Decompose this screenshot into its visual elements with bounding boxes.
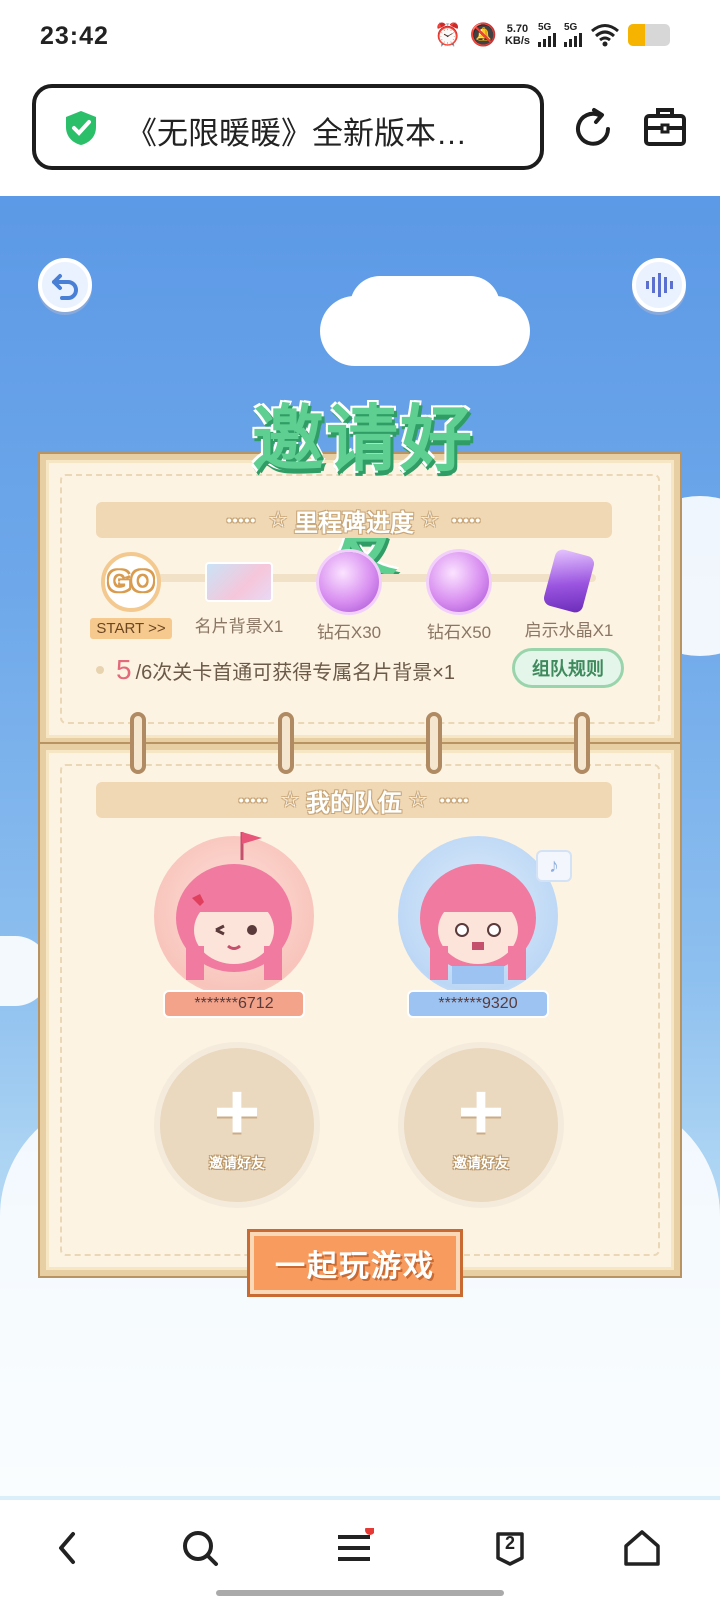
crystal-icon bbox=[542, 547, 596, 615]
net-speed-value: 5.70 bbox=[506, 23, 529, 35]
tab-count: 2 bbox=[504, 1533, 515, 1553]
sim2-label: 5G bbox=[564, 22, 578, 33]
team-header: ••••• ☆ 我的队伍 ☆ ••••• bbox=[96, 782, 612, 818]
member-name: *******9320 bbox=[407, 990, 549, 1018]
reload-icon[interactable] bbox=[568, 104, 618, 154]
team-panel bbox=[40, 744, 680, 1276]
search-icon bbox=[183, 1531, 218, 1566]
invite-friend-label: 邀请好友 bbox=[453, 1155, 509, 1171]
avatar bbox=[154, 832, 314, 996]
progress-description: /6次关卡首通可获得专属名片背景×1 bbox=[135, 662, 456, 684]
star-icon: ☆ bbox=[408, 787, 428, 812]
avatar-character bbox=[176, 864, 292, 980]
invite-friend-label: 邀请好友 bbox=[209, 1155, 265, 1171]
battery-icon bbox=[628, 24, 670, 46]
nav-search-button[interactable] bbox=[174, 1522, 226, 1574]
member-name: *******6712 bbox=[163, 990, 305, 1018]
status-icons: ⏰ 🔕 5.70 KB/s 5G 5G bbox=[434, 22, 670, 48]
menu-icon bbox=[338, 1528, 374, 1561]
flag-icon bbox=[240, 832, 262, 860]
start-label: START >> bbox=[90, 618, 172, 639]
home-indicator[interactable] bbox=[216, 1590, 504, 1596]
milestone-label: 启示水晶X1 bbox=[524, 621, 614, 640]
sound-button[interactable] bbox=[632, 258, 686, 312]
sim1-label: 5G bbox=[538, 22, 552, 33]
binder-ring bbox=[426, 712, 442, 774]
team-member[interactable]: *******6712 bbox=[144, 832, 324, 1018]
star-icon: ☆ bbox=[268, 507, 288, 532]
nav-tabs-button[interactable]: 2 bbox=[484, 1522, 536, 1574]
milestone-card-background[interactable]: 名片背景X1 bbox=[184, 552, 294, 637]
net-speed: 5.70 KB/s bbox=[505, 23, 530, 47]
return-arrow-icon bbox=[52, 274, 78, 300]
home-icon bbox=[624, 1530, 660, 1566]
signal-icon: 5G bbox=[564, 23, 582, 47]
signal-icon: 5G bbox=[538, 23, 556, 47]
cloud-decoration bbox=[350, 276, 500, 336]
binder-ring bbox=[130, 712, 146, 774]
milestone-start: GO START >> bbox=[76, 552, 186, 639]
status-time: 23:42 bbox=[40, 22, 109, 50]
nav-menu-button[interactable] bbox=[328, 1522, 380, 1574]
status-bar: 23:42 ⏰ 🔕 5.70 KB/s 5G 5G bbox=[0, 0, 720, 76]
page-title[interactable]: 《无限暖暖》全新版本… bbox=[126, 108, 467, 153]
diamond-icon bbox=[429, 552, 489, 612]
milestone-label: 名片背景X1 bbox=[194, 617, 284, 636]
star-icon: ☆ bbox=[420, 507, 440, 532]
avatar-character bbox=[420, 864, 536, 984]
alarm-icon: ⏰ bbox=[434, 22, 462, 47]
milestone-header-label: 里程碑进度 bbox=[294, 509, 414, 537]
milestone-label: 钻石X30 bbox=[316, 623, 382, 642]
music-note-icon: ♪ bbox=[536, 850, 572, 882]
address-bar[interactable]: 《无限暖暖》全新版本… bbox=[32, 84, 544, 170]
plus-icon: + bbox=[213, 1067, 261, 1156]
milestone-header: ••••• ☆ 里程碑进度 ☆ ••••• bbox=[96, 502, 612, 538]
team-rules-button[interactable]: 组队规则 bbox=[512, 648, 624, 688]
star-icon: ☆ bbox=[280, 787, 300, 812]
plus-icon: + bbox=[457, 1067, 505, 1156]
card-background-icon bbox=[205, 562, 273, 602]
progress-current: 5 bbox=[116, 654, 132, 685]
net-speed-unit: KB/s bbox=[504, 35, 530, 47]
game-view: 邀请好友 ••••• ☆ 里程碑进度 ☆ ••••• GO START >> 名片背… bbox=[0, 196, 720, 1500]
page-title: 邀请好友 bbox=[251, 400, 474, 585]
mute-icon: 🔕 bbox=[469, 22, 497, 47]
wifi-icon bbox=[591, 24, 619, 47]
audio-wave-icon bbox=[646, 273, 673, 297]
back-icon bbox=[59, 1532, 75, 1564]
shield-check-icon bbox=[66, 111, 96, 145]
nav-back-button[interactable] bbox=[42, 1522, 94, 1574]
binder-ring bbox=[574, 712, 590, 774]
milestone-diamond-50[interactable]: 钻石X50 bbox=[404, 552, 514, 643]
milestone-label: 钻石X50 bbox=[426, 623, 492, 642]
game-back-button[interactable] bbox=[38, 258, 92, 312]
team-member[interactable]: ♪ *******9320 bbox=[388, 836, 572, 1018]
invite-friend-slot[interactable]: + 邀请好友 bbox=[154, 1042, 320, 1208]
go-badge: GO bbox=[101, 552, 161, 612]
progress-text: 5 /6次关卡首通可获得专属名片背景×1 bbox=[96, 654, 455, 686]
diamond-icon bbox=[319, 552, 379, 612]
nav-home-button[interactable] bbox=[616, 1522, 668, 1574]
play-together-button[interactable]: 一起玩游戏 bbox=[250, 1232, 460, 1294]
toolbox-icon[interactable] bbox=[642, 104, 688, 150]
avatar: ♪ bbox=[398, 836, 572, 996]
milestone-crystal[interactable]: 启示水晶X1 bbox=[514, 547, 624, 641]
binder-ring bbox=[278, 712, 294, 774]
invite-friend-slot[interactable]: + 邀请好友 bbox=[398, 1042, 564, 1208]
milestone-diamond-30[interactable]: 钻石X30 bbox=[294, 552, 404, 643]
bottom-navigation: 2 bbox=[0, 1500, 720, 1600]
team-header-label: 我的队伍 bbox=[306, 789, 402, 817]
